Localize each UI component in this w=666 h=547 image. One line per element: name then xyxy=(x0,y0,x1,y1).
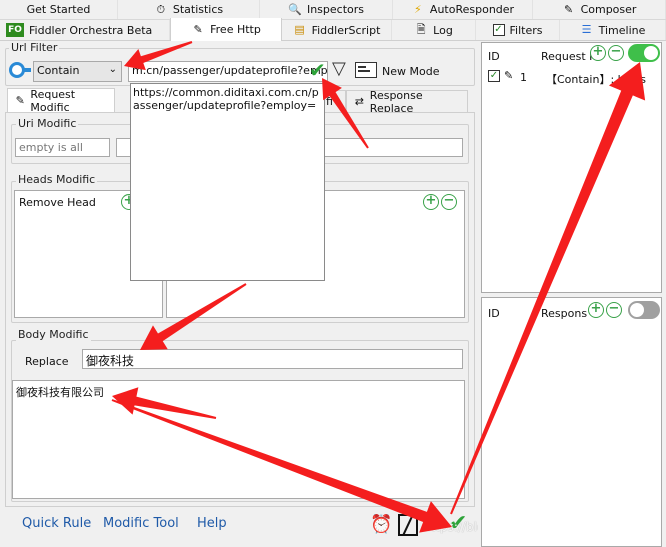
tab-label: Composer xyxy=(580,3,637,16)
response-rules-controls: + − xyxy=(588,302,622,318)
url-input[interactable]: m.cn/passenger/updateprofile?emplc xyxy=(128,61,328,82)
timeline-icon: ☰ xyxy=(581,23,592,36)
tab-composer[interactable]: ✎ Composer xyxy=(533,0,666,19)
toggle-knob xyxy=(644,46,658,60)
col-response: Respons xyxy=(541,307,588,320)
tab-label: Filters xyxy=(509,23,543,37)
tab-fiddler-orchestra[interactable]: FO Fiddler Orchestra Beta xyxy=(0,20,170,40)
body-textarea[interactable]: 御夜科技有限公司 xyxy=(12,380,465,499)
tab-label: AutoResponder xyxy=(429,3,515,16)
clock-icon[interactable]: ⏰ xyxy=(370,514,392,535)
request-rules-controls: + − xyxy=(590,45,624,61)
heads-modific-legend: Heads Modific xyxy=(16,173,98,186)
remove-head-label: Remove Head xyxy=(19,196,96,209)
toggle-knob xyxy=(630,303,644,317)
tab-timeline[interactable]: ☰ Timeline xyxy=(560,20,666,40)
tab-label: Get Started xyxy=(26,3,91,16)
tab-strip-top: Get Started ⏱ Statistics 🔍 Inspectors ⚡ … xyxy=(0,0,666,20)
pencil-icon[interactable]: ✎ xyxy=(504,69,513,82)
response-rules-list[interactable]: ID Respons + − xyxy=(481,297,662,547)
match-mode-select[interactable]: Contain ⌄ xyxy=(33,61,122,82)
quick-rule-link[interactable]: Quick Rule xyxy=(22,516,91,531)
tab-statistics[interactable]: ⏱ Statistics xyxy=(118,0,260,19)
help-link[interactable]: Help xyxy=(197,516,227,531)
url-input-value: m.cn/passenger/updateprofile?emplc xyxy=(132,64,328,77)
remove-icon[interactable]: − xyxy=(608,45,624,61)
tab-get-started[interactable]: Get Started xyxy=(0,0,118,19)
tab-label: Inspectors xyxy=(306,3,365,16)
pencil-icon: ✎ xyxy=(15,94,25,107)
modific-tool-link[interactable]: Modific Tool xyxy=(103,516,179,531)
inspect-icon: 🔍 xyxy=(288,2,302,16)
uri-find-input[interactable]: empty is all xyxy=(15,138,110,157)
url-filter-legend: Url Filter xyxy=(9,41,60,54)
response-rules-toggle[interactable] xyxy=(628,301,660,319)
body-modific-legend: Body Modific xyxy=(16,328,91,341)
match-mode-value: Contain xyxy=(37,64,80,77)
edit-box-icon[interactable] xyxy=(398,514,418,536)
edit-icon: ✎ xyxy=(563,2,574,16)
row-rule-text: 【Contain】: https xyxy=(546,73,646,86)
add-head-controls: + − xyxy=(423,194,457,210)
tab-label: Statistics xyxy=(172,3,224,16)
fo-badge-icon: FO xyxy=(6,23,24,37)
subtab-response-replace[interactable]: ⇄ Response Replace xyxy=(346,88,468,115)
subtab-label: Response Replace xyxy=(369,88,423,115)
col-request: Request F xyxy=(541,50,596,63)
tab-inspectors[interactable]: 🔍 Inspectors xyxy=(260,0,393,19)
add-icon[interactable]: + xyxy=(423,194,439,210)
filter-funnel-icon[interactable]: ▽ xyxy=(332,58,346,79)
table-row[interactable]: ✓ ✎ 1 【Contain】: https xyxy=(486,69,658,87)
tab-label: Free Http xyxy=(210,23,261,36)
new-mode-label[interactable]: New Mode xyxy=(382,65,439,78)
request-rules-list[interactable]: ID Request F + − ✓ ✎ 1 【Contain】: https xyxy=(481,42,662,293)
remove-icon[interactable]: − xyxy=(606,302,622,318)
toggle-dot-icon[interactable] xyxy=(9,62,31,78)
col-id: ID xyxy=(488,307,500,320)
checkbox-icon[interactable]: ✓ xyxy=(488,70,500,82)
col-id: ID xyxy=(488,50,500,63)
replace-icon: ⇄ xyxy=(354,94,364,108)
tab-filters[interactable]: ✓ Filters xyxy=(476,20,560,40)
subtab-request-modific[interactable]: ✎ Request Modific xyxy=(7,88,115,114)
tab-label: Log xyxy=(433,23,453,37)
row-id: 1 xyxy=(520,71,527,84)
lightning-icon: ⚡ xyxy=(414,2,422,16)
request-rules-toggle[interactable] xyxy=(628,44,660,62)
stopwatch-icon: ⏱ xyxy=(156,2,166,16)
pencil-icon: ✎ xyxy=(193,22,203,36)
body-text: 御夜科技有限公司 xyxy=(16,386,104,399)
add-icon[interactable]: + xyxy=(590,45,606,61)
new-mode-icon[interactable] xyxy=(355,62,377,78)
tab-strip-main: FO Fiddler Orchestra Beta ✎ Free Http ▤ … xyxy=(0,18,666,41)
tab-fiddlerscript[interactable]: ▤ FiddlerScript xyxy=(282,20,392,40)
tab-label: Timeline xyxy=(598,23,646,37)
tab-label: FiddlerScript xyxy=(311,23,381,37)
tab-free-http[interactable]: ✎ Free Http xyxy=(170,18,282,41)
log-icon: 🗎 xyxy=(416,23,426,36)
script-icon: ▤ xyxy=(294,23,305,36)
chevron-down-icon: ⌄ xyxy=(108,64,117,75)
add-icon[interactable]: + xyxy=(588,302,604,318)
body-replace-input[interactable]: 御夜科技 xyxy=(82,349,463,369)
tab-log[interactable]: 🗎 Log xyxy=(392,20,476,40)
check-icon[interactable]: ✔ xyxy=(309,58,326,82)
uri-find-placeholder: empty is all xyxy=(19,141,83,154)
remove-icon[interactable]: − xyxy=(441,194,457,210)
url-suggestion-dropdown[interactable]: https://common.diditaxi.com.cn/passenger… xyxy=(130,83,325,281)
tab-autoresponder[interactable]: ⚡ AutoResponder xyxy=(393,0,533,19)
url-suggestion-item[interactable]: https://common.diditaxi.com.cn/passenger… xyxy=(133,86,321,112)
replace-label: Replace xyxy=(25,355,69,368)
subtab-label: Request Modific xyxy=(30,88,76,114)
tab-label: Fiddler Orchestra Beta xyxy=(29,23,153,37)
uri-modific-legend: Uri Modific xyxy=(16,117,79,130)
checkbox-icon: ✓ xyxy=(492,24,505,36)
body-replace-value: 御夜科技 xyxy=(86,354,135,368)
